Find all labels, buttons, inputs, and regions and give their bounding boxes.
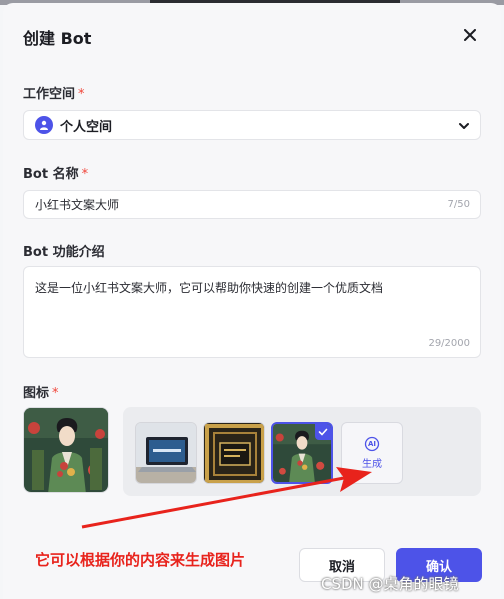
icon-options-panel: AI 生成: [123, 407, 481, 496]
watermark: CSDN @桌角的眼镜: [321, 575, 459, 593]
generate-label: 生成: [362, 459, 382, 470]
golden-frame-image-icon: [204, 423, 264, 483]
icon-option[interactable]: [203, 422, 265, 484]
required-asterisk: *: [81, 167, 89, 182]
person-icon: [35, 116, 53, 134]
ai-badge: AI: [367, 440, 377, 448]
dialog-title: 创建 Bot: [23, 29, 92, 48]
bot-description-label: Bot 功能介绍: [23, 245, 105, 260]
bot-description-textarea[interactable]: 这是一位小红书文案大师，它可以帮助你快速的创建一个优质文档 29/2000: [23, 266, 481, 358]
bot-description-value: 这是一位小红书文案大师，它可以帮助你快速的创建一个优质文档: [35, 281, 384, 295]
workspace-value: 个人空间: [60, 119, 113, 135]
icon-label: 图标 *: [23, 386, 59, 401]
required-asterisk: *: [52, 386, 59, 401]
selected-checkmark: [315, 424, 331, 440]
bot-name-counter: 7/50: [447, 199, 470, 210]
bot-name-label: Bot 名称 *: [23, 167, 89, 182]
hanfu-portrait-icon: [24, 408, 108, 492]
close-icon: [464, 29, 476, 41]
check-icon: [318, 428, 328, 436]
chevron-down-icon: [459, 123, 469, 129]
bot-name-input[interactable]: 小红书文案大师 7/50: [23, 190, 481, 219]
icon-preview: [23, 407, 109, 493]
bot-name-value: 小红书文案大师: [35, 198, 120, 212]
icon-option-selected[interactable]: [271, 422, 333, 484]
required-asterisk: *: [78, 87, 85, 102]
laptop-image-icon: [136, 423, 196, 483]
workspace-label: 工作空间 *: [23, 87, 85, 102]
icon-option[interactable]: [135, 422, 197, 484]
workspace-select[interactable]: 个人空间: [23, 110, 481, 140]
ai-generate-button[interactable]: AI 生成: [341, 422, 403, 484]
create-bot-dialog: 创建 Bot 工作空间 * 个人空间 Bot 名称 * 小红书文案大师 7/50 B…: [3, 3, 501, 599]
annotation-text: 它可以根据你的内容来生成图片: [35, 551, 246, 569]
close-button[interactable]: [459, 24, 481, 46]
bot-description-counter: 29/2000: [428, 338, 470, 349]
